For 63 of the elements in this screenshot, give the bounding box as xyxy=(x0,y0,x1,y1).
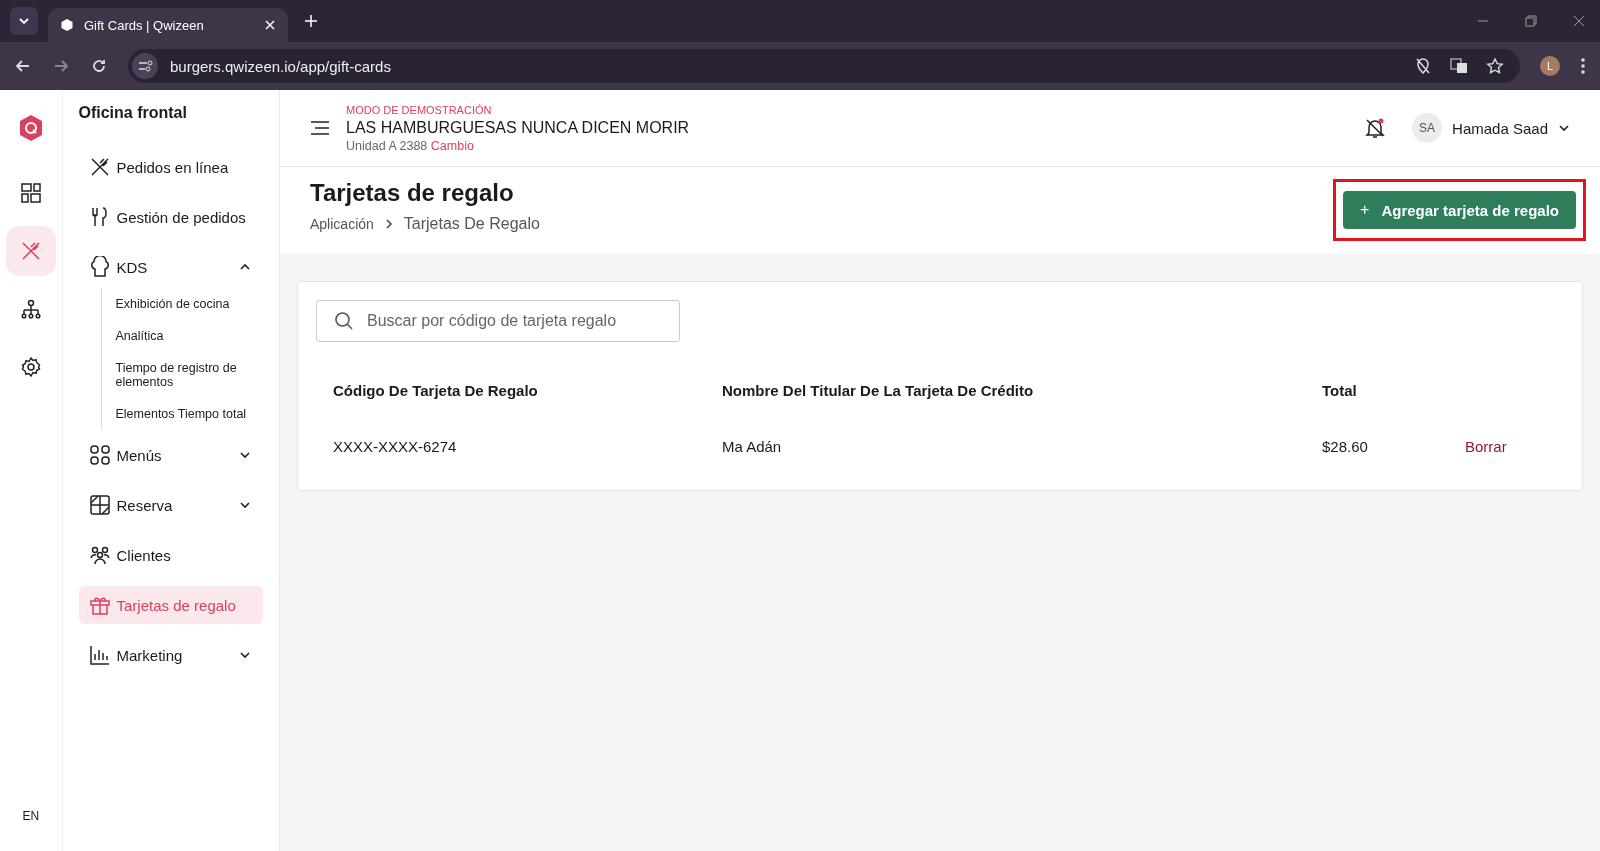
hexagon-logo-icon xyxy=(60,18,74,32)
table-cell-text: $28.60 xyxy=(1322,437,1369,455)
browser-tab[interactable]: Gift Cards | Qwizeen xyxy=(48,8,288,42)
table-cell-text: XXXX-XXXX-6274 xyxy=(333,437,458,455)
menu-icon[interactable] xyxy=(310,120,330,136)
people-icon xyxy=(88,544,111,566)
table-cell-text: Ma Adán xyxy=(722,437,783,455)
page-title: Tarjetas de regalo xyxy=(310,179,515,207)
search-icon xyxy=(334,311,354,331)
floor-plan-icon xyxy=(88,494,111,516)
utensils-icon xyxy=(88,156,111,178)
chef-hat-icon xyxy=(88,256,111,278)
chevron-down-icon xyxy=(18,15,30,27)
sidebar-item[interactable]: Clientes xyxy=(78,536,263,574)
sidebar-title: Oficina frontal xyxy=(78,104,188,122)
hexagon-logo-icon[interactable] xyxy=(17,114,44,142)
sidebar-item[interactable]: Gestión de pedidos xyxy=(78,198,263,236)
profile-avatar[interactable]: L xyxy=(1540,56,1560,76)
delete-link[interactable]: Borrar xyxy=(1465,437,1507,455)
column-header: Código De Tarjeta De Regalo xyxy=(333,381,539,399)
tab-list-button[interactable] xyxy=(10,7,38,35)
plus-icon[interactable] xyxy=(304,14,318,28)
unit-label: Unidad A 2388 xyxy=(346,138,428,153)
chevron-down-icon xyxy=(1558,122,1570,134)
reload-icon[interactable] xyxy=(90,57,108,75)
breadcrumb-item: Tarjetas De Regalo xyxy=(403,215,540,233)
demo-mode-label: MODO DE DEMOSTRACIÓN xyxy=(346,103,493,116)
column-header: Total xyxy=(1322,381,1358,399)
dashboard-icon xyxy=(19,182,42,204)
add-gift-card-button[interactable]: + Agregar tarjeta de regalo xyxy=(1343,191,1576,229)
column-header: Nombre Del Titular De La Tarjeta De Crédito xyxy=(722,381,1035,399)
user-avatar: SA xyxy=(1412,113,1443,143)
sidebar-item[interactable]: Tarjetas de regalo xyxy=(78,586,263,624)
restaurant-name: LAS HAMBURGUESAS NUNCA DICEN MORIR xyxy=(346,118,690,137)
sidebar-subitem[interactable]: Elementos Tiempo total xyxy=(115,398,263,430)
sidebar-item[interactable]: Menús xyxy=(78,436,263,474)
bell-off-icon[interactable] xyxy=(1364,117,1387,139)
sidebar-item[interactable]: Marketing xyxy=(78,636,263,674)
sidebar-item[interactable]: KDS xyxy=(78,248,263,286)
sidebar-subitem[interactable]: Analítica xyxy=(115,320,263,352)
hierarchy-icon xyxy=(19,298,42,320)
utensils-icon xyxy=(19,240,42,262)
restore-icon[interactable] xyxy=(1524,14,1538,28)
language-label[interactable]: EN xyxy=(12,807,50,825)
bar-chart-icon xyxy=(88,644,111,666)
sidebar-subitem[interactable]: Tiempo de registro de elementos xyxy=(115,352,263,398)
search-field[interactable]: Buscar por código de tarjeta regalo xyxy=(316,300,680,342)
chevron-right-icon xyxy=(383,218,394,230)
more-icon[interactable] xyxy=(1580,57,1586,75)
site-settings-icon[interactable] xyxy=(132,53,158,79)
location-off-icon[interactable] xyxy=(1414,57,1432,75)
change-link[interactable]: Cambio xyxy=(430,138,474,153)
settings-icon xyxy=(19,356,42,378)
squares-icon xyxy=(88,444,111,466)
sidebar-item[interactable]: Reserva xyxy=(78,486,263,524)
star-icon[interactable] xyxy=(1486,57,1504,75)
sidebar-subitem[interactable]: Exhibición de cocina xyxy=(115,288,263,320)
close-icon[interactable] xyxy=(1572,14,1586,28)
user-menu[interactable]: SA Hamada Saad xyxy=(1412,113,1570,143)
gift-icon xyxy=(88,594,111,616)
breadcrumb-item[interactable]: Aplicación xyxy=(310,216,374,232)
sidebar-item[interactable]: Pedidos en línea xyxy=(78,148,263,186)
address-field[interactable]: burgers.qwizeen.io/app/gift-cards xyxy=(128,49,1520,83)
